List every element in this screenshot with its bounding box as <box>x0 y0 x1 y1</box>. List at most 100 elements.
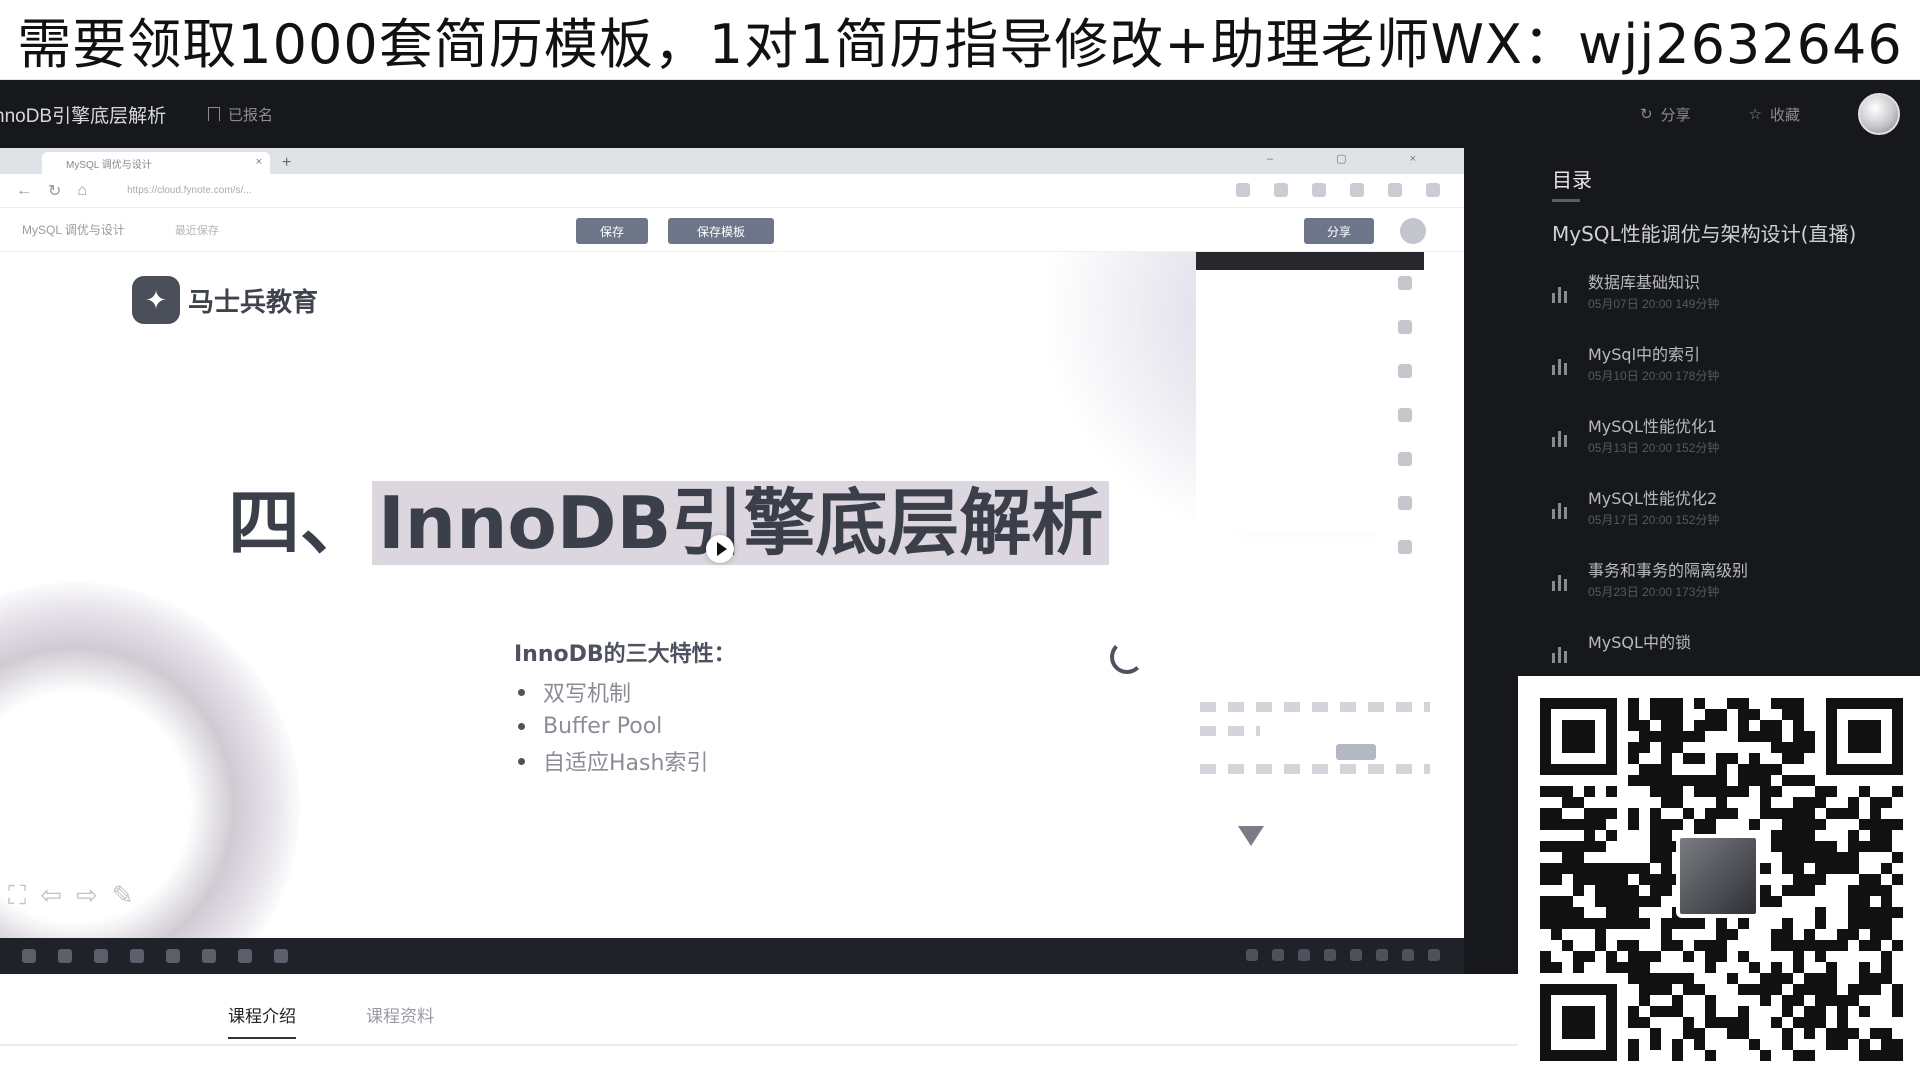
tray-icon[interactable] <box>1298 949 1310 961</box>
tool-icon[interactable] <box>1398 496 1412 510</box>
app-icon[interactable] <box>274 949 288 963</box>
tab-course-intro[interactable]: 课程介绍 <box>228 1002 296 1039</box>
loading-spinner-icon <box>1110 640 1144 674</box>
home-icon[interactable]: ⌂ <box>77 182 87 200</box>
audio-bars-icon <box>1552 431 1570 447</box>
list-item: 自适应Hash索引 <box>514 745 736 777</box>
slide-title: 四、InnoDB引擎底层解析 <box>228 464 1110 569</box>
course-title: nnoDB引擎底层解析 <box>0 105 167 127</box>
mini-panel-row <box>1200 726 1260 736</box>
tray-icon[interactable] <box>1324 949 1336 961</box>
browser-tab[interactable]: MySQL 调优与设计 × <box>42 152 270 174</box>
floating-panel-tools <box>1398 276 1412 554</box>
extension-icon[interactable] <box>1312 183 1326 197</box>
tab-course-materials[interactable]: 课程资料 <box>366 1002 434 1039</box>
tool-icon[interactable] <box>1398 452 1412 466</box>
arrow-left-icon[interactable]: ⇦ <box>40 880 62 912</box>
screen: 需要领取1000套简历模板，1对1简历指导修改+助理老师WX：wjj263264… <box>0 0 1920 1080</box>
floating-panel-header[interactable] <box>1196 252 1424 270</box>
extension-icon[interactable] <box>1388 183 1402 197</box>
mini-panel-button[interactable] <box>1336 744 1376 760</box>
document-title: MySQL 调优与设计 <box>22 223 125 237</box>
save-template-button[interactable]: 保存模板 <box>668 218 774 244</box>
mini-panel-row <box>1200 702 1430 712</box>
lesson-item[interactable]: MySql中的索引 05月10日 20:00 178分钟 <box>1552 341 1920 413</box>
share-button[interactable]: ↻ 分享 <box>1640 104 1691 125</box>
app-icon[interactable] <box>130 949 144 963</box>
course-tabs-bar: 课程介绍 课程资料 <box>0 974 1518 1080</box>
lesson-item[interactable]: MySQL性能优化1 05月13日 20:00 152分钟 <box>1552 413 1920 485</box>
play-icon[interactable] <box>706 535 734 563</box>
tray-icon[interactable] <box>1376 949 1388 961</box>
new-tab-icon[interactable]: + <box>282 152 291 174</box>
qr-center-avatar <box>1676 834 1760 918</box>
logo-name: 马士兵教育 <box>188 287 319 318</box>
os-taskbar <box>0 938 1464 974</box>
browser-extensions <box>1236 183 1440 197</box>
pen-icon[interactable] <box>1398 320 1412 334</box>
promo-banner: 需要领取1000套简历模板，1对1简历指导修改+助理老师WX：wjj263264… <box>0 0 1920 80</box>
reload-icon[interactable]: ↻ <box>48 181 61 201</box>
lesson-title: MySQL中的锁 <box>1588 633 1691 652</box>
player-header: nnoDB引擎底层解析 已报名 ↻ 分享 ☆ 收藏 <box>0 80 1920 148</box>
extension-icon[interactable] <box>1274 183 1288 197</box>
doc-share-button[interactable]: 分享 <box>1304 218 1374 244</box>
back-icon[interactable]: ← <box>16 182 32 200</box>
app-icon[interactable] <box>202 949 216 963</box>
fullscreen-icon[interactable]: ⛶ <box>8 880 26 912</box>
tray-icon[interactable] <box>1246 949 1258 961</box>
save-status: 最近保存 <box>174 224 219 237</box>
mini-control-panel <box>1200 702 1430 812</box>
lesson-meta: 05月10日 20:00 178分钟 <box>1588 369 1720 383</box>
extension-icon[interactable] <box>1350 183 1364 197</box>
user-avatar[interactable] <box>1858 93 1900 135</box>
save-button[interactable]: 保存 <box>576 218 648 244</box>
app-icon[interactable] <box>238 949 252 963</box>
person-icon[interactable] <box>1398 364 1412 378</box>
features-list: 双写机制 Buffer Pool 自适应Hash索引 <box>514 676 736 777</box>
lesson-meta: 05月23日 20:00 173分钟 <box>1588 585 1720 599</box>
tool-icon[interactable] <box>1398 408 1412 422</box>
search-icon[interactable] <box>58 949 72 963</box>
tray-icon[interactable] <box>1428 949 1440 961</box>
extension-icon[interactable] <box>1236 183 1250 197</box>
list-item: 双写机制 <box>514 676 736 708</box>
avatar[interactable] <box>1400 218 1426 244</box>
browser-tab-strip: MySQL 调优与设计 × + – ▢ × <box>0 148 1464 174</box>
toc-underline <box>1552 199 1580 202</box>
app-icon[interactable] <box>166 949 180 963</box>
toc-heading[interactable]: 目录 <box>1552 164 1920 193</box>
lesson-item[interactable]: 事务和事务的隔离级别 05月23日 20:00 173分钟 <box>1552 557 1920 629</box>
audio-bars-icon <box>1552 575 1570 591</box>
tray-icon[interactable] <box>1350 949 1362 961</box>
tool-icon[interactable] <box>1398 276 1412 290</box>
window-controls[interactable]: – ▢ × <box>1267 152 1446 165</box>
video-player[interactable]: MySQL 调优与设计 × + – ▢ × ← ↻ ⌂ https://clou… <box>0 148 1464 974</box>
floating-tool-panel <box>1196 252 1424 554</box>
star-icon: ☆ <box>1748 106 1762 123</box>
header-actions: ↻ 分享 ☆ 收藏 <box>1640 80 1920 148</box>
audio-bars-icon <box>1552 503 1570 519</box>
tray-icon[interactable] <box>1272 949 1284 961</box>
lesson-meta: 05月13日 20:00 152分钟 <box>1588 441 1720 455</box>
slide-title-prefix: 四、 <box>228 481 373 565</box>
list-item: Buffer Pool <box>514 714 736 739</box>
grid-icon[interactable] <box>1398 540 1412 554</box>
url-field[interactable]: https://cloud.fynote.com/s/... <box>127 180 767 202</box>
profile-icon[interactable] <box>1426 183 1440 197</box>
tray-icon[interactable] <box>1402 949 1414 961</box>
lesson-item[interactable]: MySQL性能优化2 05月17日 20:00 152分钟 <box>1552 485 1920 557</box>
lesson-item[interactable]: 数据库基础知识 05月07日 20:00 149分钟 <box>1552 269 1920 341</box>
course-name: MySQL性能调优与架构设计(直播) <box>1552 222 1857 246</box>
share-label: 分享 <box>1660 106 1691 124</box>
arrow-right-icon[interactable]: ⇨ <box>76 880 98 912</box>
logo-mark-icon: ✦ <box>132 276 180 324</box>
favorite-button[interactable]: ☆ 收藏 <box>1749 104 1800 125</box>
dropdown-arrow-icon[interactable] <box>1238 826 1264 846</box>
start-icon[interactable] <box>22 949 36 963</box>
divider <box>0 1044 1518 1046</box>
pencil-icon[interactable]: ✎ <box>112 880 134 912</box>
course-sidebar: 目录 MySQL性能调优与架构设计(直播) 数据库基础知识 05月07日 20:… <box>1520 148 1920 668</box>
app-icon[interactable] <box>94 949 108 963</box>
close-icon[interactable]: × <box>256 156 262 168</box>
